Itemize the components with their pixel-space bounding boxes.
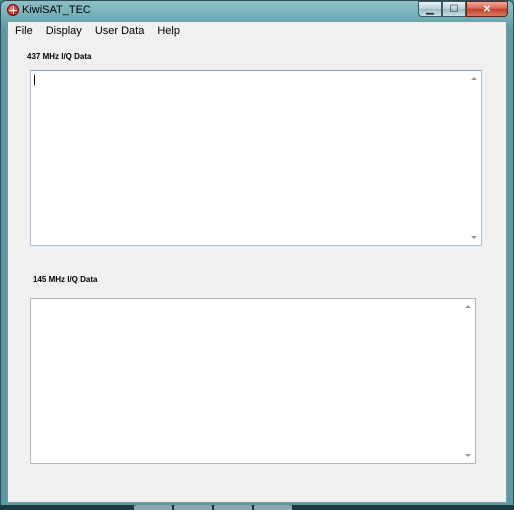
client-area: File Display User Data Help 437 MHz I/Q … bbox=[7, 21, 507, 503]
app-window: KiwiSAT_TEC ▁ ☐ ✕ File Display User Data… bbox=[0, 0, 514, 508]
scroll-down-arrow-icon[interactable] bbox=[471, 236, 477, 239]
iq437-label: 437 MHz I/Q Data bbox=[27, 52, 92, 61]
close-button[interactable]: ✕ bbox=[466, 1, 508, 17]
text-caret bbox=[34, 75, 35, 85]
scroll-down-arrow-icon[interactable] bbox=[465, 454, 471, 457]
menu-help[interactable]: Help bbox=[150, 22, 186, 42]
window-title: KiwiSAT_TEC bbox=[22, 4, 91, 16]
window-controls: ▁ ☐ ✕ bbox=[418, 1, 508, 18]
menu-file[interactable]: File bbox=[8, 22, 39, 42]
scroll-up-arrow-icon[interactable] bbox=[471, 77, 477, 80]
iq145-textarea[interactable] bbox=[30, 298, 476, 464]
minimize-button[interactable]: ▁ bbox=[418, 1, 442, 17]
menu-display[interactable]: Display bbox=[39, 22, 88, 42]
taskbar-button[interactable] bbox=[214, 505, 252, 510]
maximize-button[interactable]: ☐ bbox=[442, 1, 466, 17]
taskbar-button[interactable] bbox=[134, 505, 172, 510]
taskbar-button[interactable] bbox=[174, 505, 212, 510]
scroll-up-arrow-icon[interactable] bbox=[465, 305, 471, 308]
iq437-textarea[interactable] bbox=[30, 70, 482, 246]
title-bar[interactable]: KiwiSAT_TEC ▁ ☐ ✕ bbox=[1, 1, 513, 20]
taskbar-button[interactable] bbox=[254, 505, 292, 510]
close-icon: ✕ bbox=[482, 3, 492, 15]
minimize-icon: ▁ bbox=[426, 3, 434, 15]
maximize-icon: ☐ bbox=[449, 3, 459, 15]
menu-user-data[interactable]: User Data bbox=[88, 22, 151, 42]
iq145-label: 145 MHz I/Q Data bbox=[33, 275, 98, 284]
iq145-scrollbar[interactable] bbox=[462, 299, 475, 463]
app-logo-icon[interactable] bbox=[7, 4, 19, 16]
iq437-scrollbar[interactable] bbox=[468, 71, 481, 245]
menu-bar: File Display User Data Help bbox=[8, 22, 506, 42]
